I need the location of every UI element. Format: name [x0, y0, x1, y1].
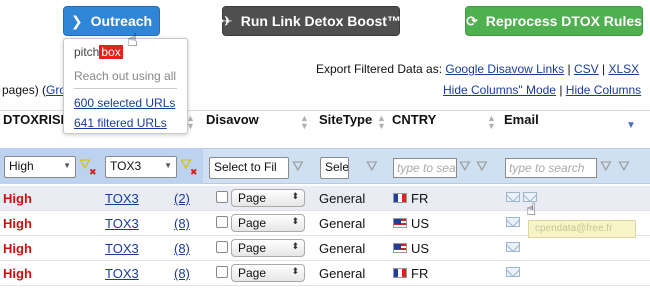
risk-filter-select[interactable]: High ▼	[4, 156, 76, 178]
table-row[interactable]: High TOX3 (2) Page ⬍ General FR	[0, 186, 650, 211]
hand-cursor-icon: ☝	[526, 200, 537, 219]
filter-add-icon[interactable]: ⛛	[600, 158, 612, 175]
hand-cursor-icon: ☝	[127, 30, 138, 50]
outreach-dropdown: pitch box Reach out using all 600 selecte…	[63, 38, 188, 134]
flag-us-icon	[393, 243, 407, 253]
filter-funnel-icon[interactable]: ⛛	[366, 158, 378, 175]
page-select[interactable]: Page ⬍	[231, 214, 305, 232]
clear-filter-icon[interactable]: ✖	[190, 167, 198, 178]
email-tooltip: cpendata@free.fr	[528, 220, 636, 238]
row-checkbox[interactable]	[216, 191, 228, 203]
selected-urls-link[interactable]: 600 selected URLs	[74, 96, 175, 110]
filtered-urls-link[interactable]: 641 filtered URLs	[74, 116, 167, 130]
hide-columns-mode-link[interactable]: Hide Columns" Mode	[443, 83, 556, 97]
table-row[interactable]: High TOX3 (8) Page ⬍ General FR	[0, 261, 650, 286]
col-dtoxrisk-header[interactable]: DTOXRISK	[3, 112, 70, 148]
mail-icon[interactable]	[506, 267, 520, 277]
table-row[interactable]: High TOX3 (8) Page ⬍ General US	[0, 236, 650, 261]
reprocess-dtox-button[interactable]: ⟳ Reprocess DTOX Rules	[465, 6, 643, 36]
filter-funnel-icon[interactable]: ⛛	[292, 158, 304, 175]
pages-info: pages) (Gro	[2, 83, 67, 97]
page-select[interactable]: Page ⬍	[231, 189, 305, 207]
email-filter-input[interactable]: type to search	[505, 158, 597, 178]
col-email-header[interactable]: Email	[504, 112, 539, 148]
country-filter-input[interactable]: type to sea	[393, 158, 457, 178]
export-bar: Export Filtered Data as: Google Disavow …	[316, 62, 640, 76]
chevron-right-icon: ❯	[70, 12, 83, 29]
sitetype-filter-select[interactable]: Sele	[320, 157, 349, 179]
col-cntry-header[interactable]: CNTRY	[392, 112, 436, 148]
link-detox-boost-button[interactable]: ✈ Run Link Detox Boost™	[221, 6, 401, 36]
row-checkbox[interactable]	[216, 266, 228, 278]
pitchbox-logo: pitch box	[74, 45, 123, 59]
sort-icon[interactable]: ▲ ▼	[300, 114, 309, 131]
col-sitetype-header[interactable]: SiteType	[319, 112, 372, 148]
reach-out-text: Reach out using all	[74, 69, 177, 83]
mail-icon[interactable]	[506, 192, 520, 202]
reprocess-label: Reprocess DTOX Rules	[485, 13, 642, 29]
export-xlsx-link[interactable]: XLSX	[608, 62, 639, 76]
sort-icon[interactable]: ▲ ▼	[377, 114, 386, 131]
filter-add-icon[interactable]: ⛛	[459, 158, 471, 175]
page-select[interactable]: Page ⬍	[231, 239, 305, 257]
menu-divider	[74, 88, 177, 89]
export-csv-link[interactable]: CSV	[574, 62, 599, 76]
hide-columns-link[interactable]: Hide Columns	[566, 83, 641, 97]
refresh-icon: ⟳	[466, 12, 478, 29]
row-checkbox[interactable]	[216, 241, 228, 253]
plane-icon: ✈	[221, 12, 233, 29]
sort-down-icon[interactable]: ▼	[626, 120, 636, 131]
outreach-label: Outreach	[90, 13, 153, 29]
col-disavow-header[interactable]: Disavow	[206, 112, 259, 148]
flag-us-icon	[393, 218, 407, 228]
outreach-button[interactable]: ❯ Outreach	[63, 6, 160, 36]
export-disavow-link[interactable]: Google Disavow Links	[445, 62, 564, 76]
mail-icon[interactable]	[506, 217, 520, 227]
column-controls: Hide Columns" Mode | Hide Columns	[443, 83, 642, 97]
clear-filter-icon[interactable]: ✖	[89, 167, 97, 178]
flag-fr-icon	[393, 268, 407, 278]
sort-icon[interactable]: ▲ ▼	[487, 114, 496, 131]
row-checkbox[interactable]	[216, 216, 228, 228]
page-select[interactable]: Page ⬍	[231, 264, 305, 282]
rule-filter-select[interactable]: TOX3 ▼	[105, 156, 177, 178]
filter-funnel-icon[interactable]: ⛛	[476, 158, 488, 175]
filter-funnel-icon[interactable]: ⛛	[618, 158, 630, 175]
detox-label: Run Link Detox Boost™	[240, 13, 401, 29]
mail-icon[interactable]	[506, 242, 520, 252]
flag-fr-icon	[393, 193, 407, 203]
disavow-filter-select[interactable]: Select to Fil	[209, 157, 289, 179]
